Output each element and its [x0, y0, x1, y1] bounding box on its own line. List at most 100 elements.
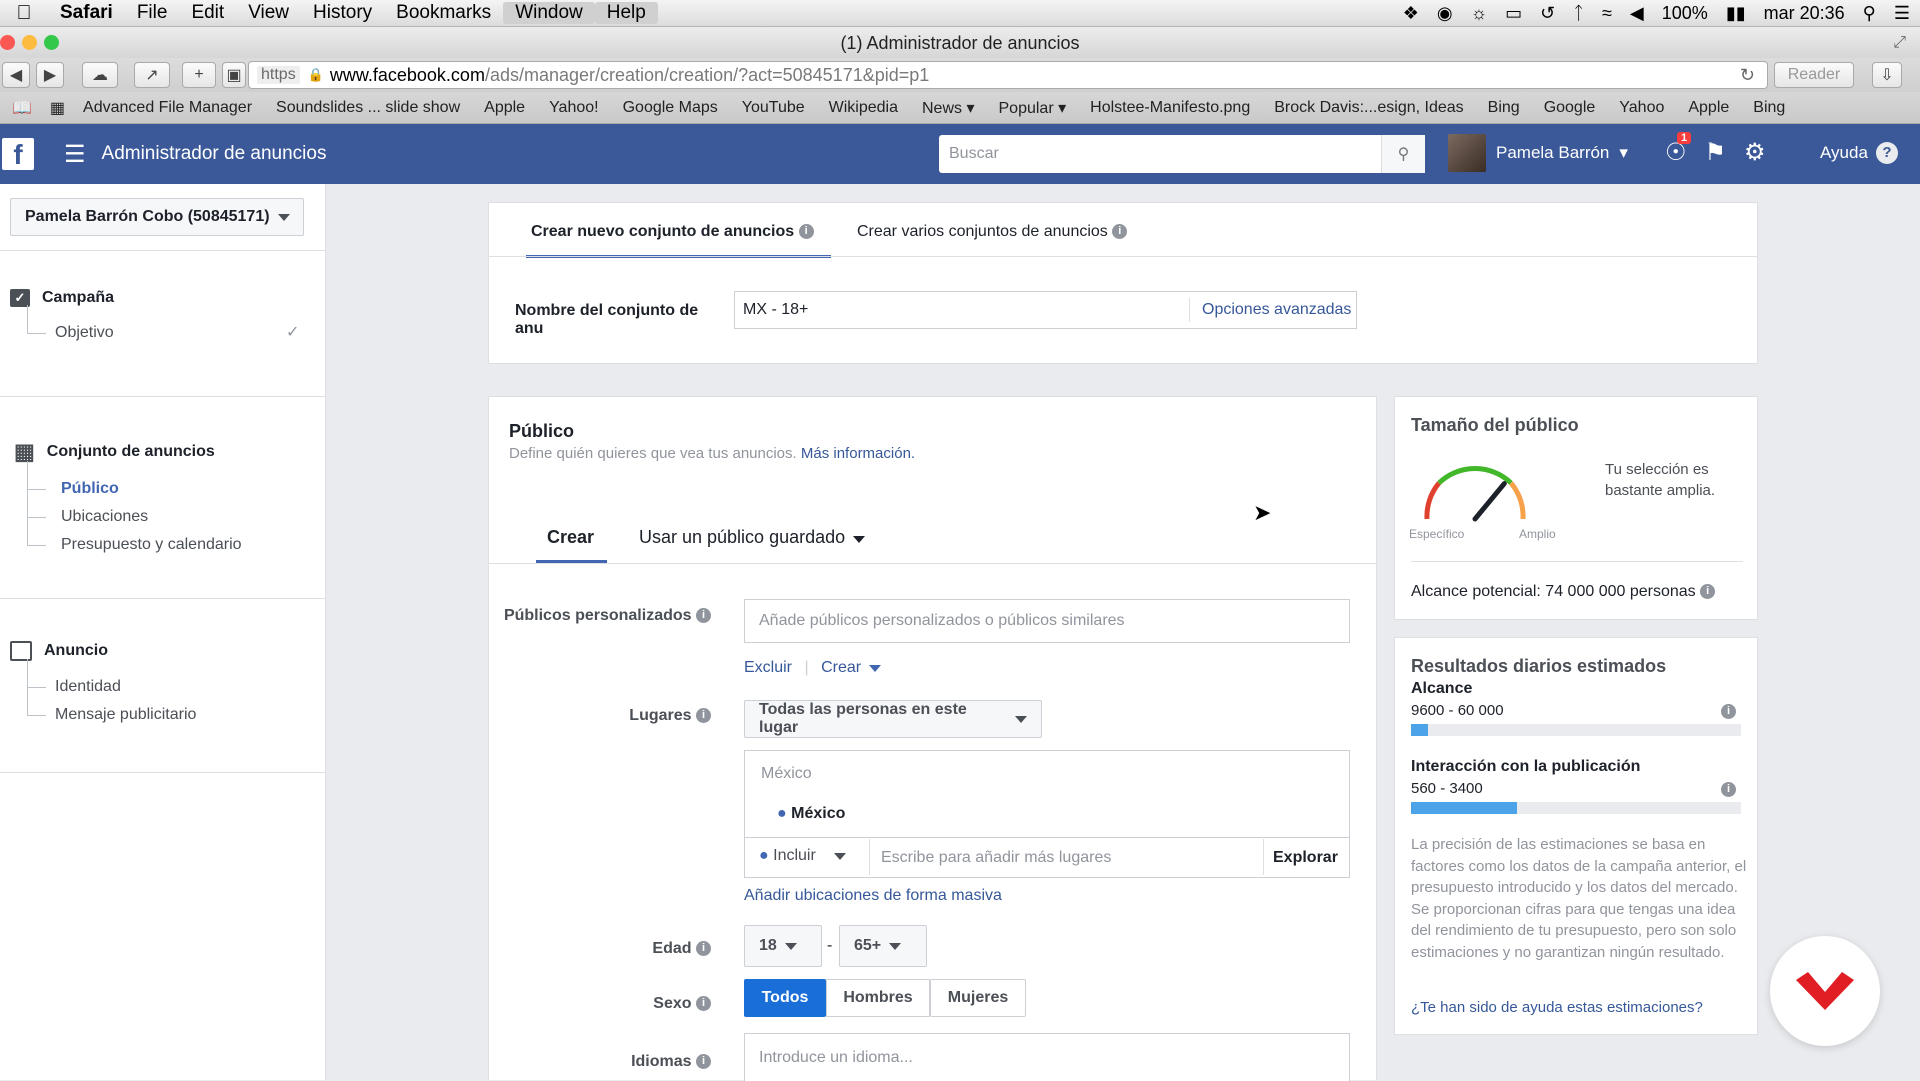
- create-audience-dropdown[interactable]: Crear: [821, 659, 882, 676]
- tab-create-multiple-adsets[interactable]: Crear varios conjuntos de anuncios i: [857, 223, 1128, 241]
- floating-logo-badge[interactable]: [1770, 936, 1880, 1046]
- apple-icon[interactable]: : [0, 2, 48, 25]
- back-button[interactable]: ◀: [2, 62, 30, 88]
- sex-women-button[interactable]: Mujeres: [930, 979, 1026, 1017]
- sex-men-button[interactable]: Hombres: [826, 979, 930, 1017]
- bookmark-item[interactable]: Soundslides ... slide show: [264, 99, 472, 117]
- sex-all-button[interactable]: Todos: [744, 979, 826, 1017]
- bulk-locations-link[interactable]: Añadir ubicaciones de forma masiva: [744, 887, 1002, 905]
- places-mode-select[interactable]: Todas las personas en este lugar: [744, 700, 1042, 738]
- reading-list-icon[interactable]: 📖: [0, 98, 44, 118]
- bluetooth-icon[interactable]: ᛏ: [1573, 3, 1584, 24]
- bookmark-folder-news[interactable]: News ▾: [910, 98, 987, 118]
- fullscreen-icon[interactable]: ⤢: [1893, 28, 1906, 58]
- hamburger-menu-icon[interactable]: ☰: [64, 140, 86, 169]
- places-search-input[interactable]: Escribe para añadir más lugares: [881, 849, 1111, 867]
- menu-help[interactable]: Help: [594, 2, 658, 24]
- info-icon[interactable]: i: [696, 708, 711, 724]
- icloud-tabs-button[interactable]: ☁: [82, 62, 118, 88]
- search-icon[interactable]: ⚲: [1381, 135, 1425, 173]
- exclude-link[interactable]: Excluir: [744, 659, 792, 676]
- custom-audiences-input[interactable]: Añade públicos personalizados o públicos…: [744, 599, 1350, 643]
- sidebar-item-adset[interactable]: ▦ Conjunto de anuncios: [0, 439, 326, 465]
- spotlight-icon[interactable]: ⚲: [1863, 3, 1876, 24]
- user-menu[interactable]: Pamela Barrón ▾: [1448, 134, 1628, 172]
- close-window-button[interactable]: [0, 35, 15, 50]
- sidebar-item-campaign[interactable]: ✓ Campaña: [0, 289, 326, 307]
- account-selector[interactable]: Pamela Barrón Cobo (50845171): [10, 198, 304, 236]
- facebook-logo-icon[interactable]: f: [2, 138, 34, 170]
- top-sites-icon[interactable]: ▦: [44, 98, 71, 118]
- notification-center-icon[interactable]: ☰: [1894, 3, 1910, 24]
- clock[interactable]: mar 20:36: [1764, 3, 1845, 24]
- bookmark-item[interactable]: Bing: [1741, 99, 1797, 117]
- tab-create-new-adset[interactable]: Crear nuevo conjunto de anuncios i: [531, 223, 814, 241]
- info-icon[interactable]: i: [798, 224, 814, 240]
- languages-input[interactable]: Introduce un idioma...: [744, 1033, 1350, 1081]
- record-icon[interactable]: ◉: [1437, 3, 1453, 24]
- bookmark-item[interactable]: Advanced File Manager: [71, 99, 264, 117]
- reader-button[interactable]: Reader: [1774, 62, 1854, 88]
- bookmark-item[interactable]: Google Maps: [611, 99, 730, 117]
- reload-icon[interactable]: ↻: [1740, 65, 1755, 86]
- time-machine-icon[interactable]: ↺: [1540, 3, 1555, 24]
- creative-cloud-icon[interactable]: ☼: [1471, 3, 1488, 24]
- gear-icon[interactable]: ⚙: [1744, 138, 1766, 167]
- battery-percent[interactable]: 100%: [1662, 3, 1708, 24]
- bookmark-item[interactable]: Wikipedia: [817, 99, 910, 117]
- location-tag[interactable]: ● México: [777, 805, 845, 823]
- menu-history[interactable]: History: [301, 2, 384, 24]
- wifi-icon[interactable]: ≈: [1602, 3, 1612, 24]
- bookmark-item[interactable]: YouTube: [730, 99, 817, 117]
- volume-icon[interactable]: ◀: [1630, 3, 1644, 24]
- menu-app-safari[interactable]: Safari: [48, 2, 125, 24]
- address-bar[interactable]: https 🔒 www.facebook.com /ads/manager/cr…: [248, 61, 1768, 89]
- info-icon[interactable]: i: [1112, 224, 1128, 240]
- airplay-icon[interactable]: ▭: [1505, 3, 1522, 24]
- bookmark-item[interactable]: Yahoo!: [537, 99, 611, 117]
- minimize-window-button[interactable]: [22, 35, 37, 50]
- sidebar-item-placements[interactable]: Ubicaciones: [0, 489, 326, 531]
- share-button[interactable]: ↗: [134, 62, 170, 88]
- bookmark-item[interactable]: Bing: [1476, 99, 1532, 117]
- bookmark-item[interactable]: Holstee-Manifesto.png: [1078, 99, 1262, 117]
- bookmark-item[interactable]: Yahoo: [1607, 99, 1676, 117]
- notifications-globe-icon[interactable]: ☉ 1: [1665, 132, 1692, 167]
- age-max-select[interactable]: 65+: [839, 925, 927, 967]
- sidebar-item-identity[interactable]: Identidad: [0, 659, 326, 701]
- sidebar-item-audience[interactable]: Público: [0, 461, 326, 503]
- bookmark-item[interactable]: Apple: [1676, 99, 1741, 117]
- info-icon[interactable]: i: [1721, 704, 1736, 719]
- info-icon[interactable]: i: [696, 996, 711, 1012]
- menu-edit[interactable]: Edit: [179, 2, 236, 24]
- more-info-link[interactable]: Más información.: [801, 445, 915, 462]
- info-icon[interactable]: i: [696, 941, 711, 957]
- age-min-select[interactable]: 18: [744, 925, 822, 967]
- explore-button[interactable]: Explorar: [1273, 849, 1338, 867]
- help-button[interactable]: Ayuda ?: [1820, 142, 1898, 164]
- dropbox-icon[interactable]: ❖: [1403, 3, 1419, 24]
- zoom-window-button[interactable]: [44, 35, 59, 50]
- forward-button[interactable]: ▶: [36, 62, 64, 88]
- info-icon[interactable]: i: [1700, 584, 1716, 600]
- tab-create-audience[interactable]: Crear: [547, 527, 594, 548]
- advanced-options-link[interactable]: Opciones avanzadas: [1189, 298, 1351, 322]
- sidebar-item-budget[interactable]: Presupuesto y calendario: [0, 517, 326, 559]
- bookmark-item[interactable]: Google: [1532, 99, 1608, 117]
- bookmark-item[interactable]: Apple: [472, 99, 537, 117]
- info-icon[interactable]: i: [1721, 782, 1736, 797]
- info-icon[interactable]: i: [696, 608, 711, 624]
- sidebar-item-ad[interactable]: Anuncio: [0, 641, 326, 661]
- search-input[interactable]: Buscar ⚲: [939, 135, 1425, 173]
- include-select[interactable]: ● Incluir: [759, 847, 846, 865]
- bookmark-item[interactable]: Brock Davis:...esign, Ideas: [1262, 99, 1475, 117]
- downloads-button[interactable]: ⇩: [1872, 62, 1902, 88]
- sidebar-item-objective[interactable]: Objetivo ✓: [0, 305, 326, 347]
- menu-window[interactable]: Window: [503, 2, 595, 24]
- menu-bookmarks[interactable]: Bookmarks: [384, 2, 503, 24]
- sidebar-item-ad-message[interactable]: Mensaje publicitario: [0, 687, 326, 729]
- bookmark-folder-popular[interactable]: Popular ▾: [987, 98, 1079, 118]
- menu-view[interactable]: View: [236, 2, 301, 24]
- menu-file[interactable]: File: [125, 2, 180, 24]
- app-title[interactable]: Administrador de anuncios: [102, 143, 327, 165]
